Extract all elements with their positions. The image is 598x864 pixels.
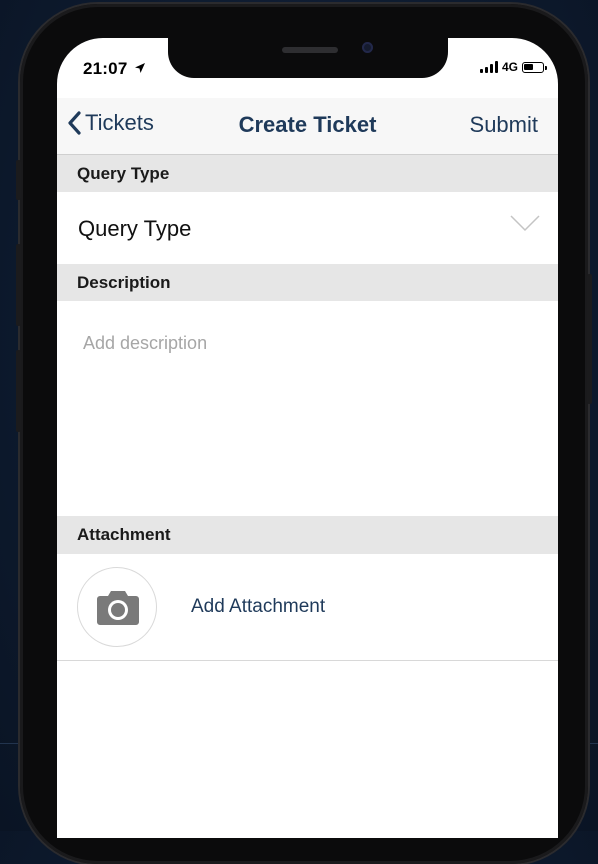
query-type-select[interactable]: Query Type (57, 192, 558, 264)
notch (168, 38, 448, 78)
camera-icon (97, 591, 139, 625)
query-type-header: Query Type (57, 155, 558, 192)
status-indicators: 4G (479, 60, 547, 74)
description-area (57, 301, 558, 517)
phone-side-button (16, 350, 21, 432)
signal-bars-icon (479, 61, 498, 73)
back-button-label: Tickets (85, 110, 154, 135)
attachment-header: Attachment (57, 516, 558, 554)
description-header: Description (57, 264, 558, 301)
chevron-left-icon (68, 111, 81, 135)
phone-side-button (16, 160, 21, 200)
status-time-text: 21:07 (83, 59, 128, 78)
status-time: 21:07 (83, 59, 146, 79)
network-type: 4G (501, 60, 518, 74)
add-attachment-camera-button[interactable] (77, 567, 157, 647)
query-type-value: Query Type (78, 216, 192, 241)
phone-side-button (587, 274, 592, 404)
phone-side-button (16, 244, 21, 326)
battery-icon (522, 61, 547, 73)
location-arrow-icon (135, 63, 146, 73)
navigation-bar: Tickets Create Ticket Submit (57, 98, 558, 155)
add-attachment-link[interactable]: Add Attachment (191, 596, 325, 618)
submit-button[interactable]: Submit (470, 112, 538, 138)
chevron-down-icon (510, 215, 540, 232)
back-button[interactable]: Tickets (67, 110, 154, 136)
front-camera (362, 42, 373, 53)
attachment-row: Add Attachment (57, 554, 558, 661)
speaker (282, 47, 338, 53)
phone-screen: 21:07 4G Tickets Create Ticket Submit Qu… (57, 38, 558, 838)
description-input[interactable] (77, 327, 537, 517)
